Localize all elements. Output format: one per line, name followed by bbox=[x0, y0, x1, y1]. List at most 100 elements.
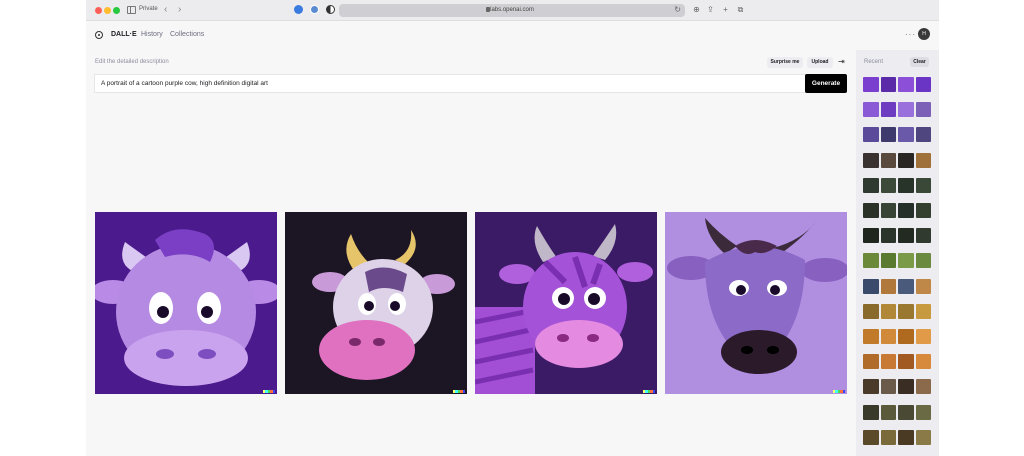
extension-icon[interactable] bbox=[294, 5, 303, 14]
prompt-input[interactable]: A portrait of a cartoon purple cow, high… bbox=[94, 74, 845, 93]
recent-row[interactable] bbox=[863, 203, 931, 218]
surprise-me-button[interactable]: Surprise me bbox=[767, 57, 803, 68]
recent-thumbnail[interactable] bbox=[863, 379, 879, 395]
recent-thumbnail[interactable] bbox=[898, 203, 914, 218]
recent-thumbnail[interactable] bbox=[880, 253, 896, 269]
address-bar[interactable]: labs.openai.com ↻ bbox=[339, 4, 685, 17]
recent-row[interactable] bbox=[863, 127, 931, 143]
recent-thumbnail[interactable] bbox=[863, 354, 879, 370]
recent-row[interactable] bbox=[863, 354, 931, 370]
generated-image-2[interactable] bbox=[285, 212, 467, 394]
recent-thumbnail[interactable] bbox=[915, 329, 931, 344]
recent-thumbnail[interactable] bbox=[880, 404, 896, 420]
recent-thumbnail[interactable] bbox=[880, 278, 896, 294]
openai-logo-icon[interactable] bbox=[95, 31, 103, 39]
recent-thumbnail[interactable] bbox=[898, 404, 914, 420]
recent-thumbnail[interactable] bbox=[898, 152, 914, 168]
generated-image-4[interactable] bbox=[665, 212, 847, 394]
recent-thumbnail[interactable] bbox=[898, 102, 914, 118]
recent-thumbnail[interactable] bbox=[863, 303, 879, 319]
recent-thumbnail[interactable] bbox=[915, 379, 931, 395]
recent-thumbnail[interactable] bbox=[880, 429, 896, 445]
shield-extension-icon[interactable] bbox=[310, 5, 319, 14]
recent-thumbnail[interactable] bbox=[898, 354, 914, 370]
recent-thumbnail[interactable] bbox=[863, 177, 879, 193]
nav-history-link[interactable]: History bbox=[141, 31, 163, 38]
recent-thumbnail[interactable] bbox=[863, 404, 879, 420]
recent-thumbnail[interactable] bbox=[898, 253, 914, 269]
recent-row[interactable] bbox=[863, 152, 931, 168]
download-icon[interactable]: ⊕ bbox=[692, 5, 701, 14]
recent-thumbnail[interactable] bbox=[915, 253, 931, 269]
recent-thumbnail[interactable] bbox=[898, 329, 914, 344]
recent-thumbnail[interactable] bbox=[880, 177, 896, 193]
back-arrow-icon[interactable]: ‹ bbox=[164, 4, 167, 15]
reload-icon[interactable]: ↻ bbox=[674, 5, 681, 14]
recent-row[interactable] bbox=[863, 329, 931, 344]
recent-thumbnail[interactable] bbox=[863, 429, 879, 445]
recent-thumbnail[interactable] bbox=[863, 77, 879, 92]
recent-row[interactable] bbox=[863, 404, 931, 420]
recent-thumbnail[interactable] bbox=[880, 228, 896, 244]
recent-thumbnail[interactable] bbox=[863, 329, 879, 344]
tab-overview-icon[interactable]: ⧉ bbox=[736, 5, 745, 14]
recent-thumbnail[interactable] bbox=[880, 379, 896, 395]
recent-thumbnail[interactable] bbox=[915, 303, 931, 319]
share-icon[interactable]: ⇪ bbox=[706, 5, 715, 14]
clear-button[interactable]: Clear bbox=[910, 57, 929, 67]
recent-thumbnail[interactable] bbox=[863, 102, 879, 118]
nav-collections-link[interactable]: Collections bbox=[170, 31, 204, 38]
recent-thumbnail[interactable] bbox=[915, 102, 931, 118]
recent-thumbnail[interactable] bbox=[915, 177, 931, 193]
recent-row[interactable] bbox=[863, 379, 931, 395]
recent-row[interactable] bbox=[863, 177, 931, 193]
recent-thumbnail[interactable] bbox=[898, 303, 914, 319]
forward-arrow-icon[interactable]: › bbox=[178, 4, 181, 15]
recent-row[interactable] bbox=[863, 253, 931, 269]
recent-thumbnail[interactable] bbox=[898, 127, 914, 143]
recent-thumbnail[interactable] bbox=[863, 203, 879, 218]
recent-thumbnail[interactable] bbox=[863, 228, 879, 244]
recent-thumbnail[interactable] bbox=[915, 429, 931, 445]
close-window-button[interactable] bbox=[95, 7, 102, 14]
recent-thumbnail[interactable] bbox=[898, 77, 914, 92]
recent-thumbnail[interactable] bbox=[915, 278, 931, 294]
sidebar-toggle-icon[interactable] bbox=[127, 6, 136, 14]
upload-button[interactable]: Upload bbox=[807, 57, 833, 68]
recent-row[interactable] bbox=[863, 77, 931, 92]
recent-row[interactable] bbox=[863, 102, 931, 118]
recent-thumbnail[interactable] bbox=[915, 203, 931, 218]
recent-thumbnail[interactable] bbox=[863, 152, 879, 168]
recent-thumbnail[interactable] bbox=[898, 228, 914, 244]
minimize-window-button[interactable] bbox=[104, 7, 111, 14]
recent-row[interactable] bbox=[863, 303, 931, 319]
recent-thumbnail[interactable] bbox=[863, 253, 879, 269]
generate-button[interactable]: Generate bbox=[805, 74, 847, 93]
more-options-icon[interactable]: ··· bbox=[905, 30, 916, 39]
recent-thumbnail[interactable] bbox=[880, 152, 896, 168]
recent-thumbnail[interactable] bbox=[898, 379, 914, 395]
recent-thumbnail[interactable] bbox=[863, 127, 879, 143]
zoom-window-button[interactable] bbox=[113, 7, 120, 14]
generated-image-1[interactable] bbox=[95, 212, 277, 394]
recent-thumbnail[interactable] bbox=[880, 127, 896, 143]
recent-thumbnail[interactable] bbox=[898, 429, 914, 445]
avatar[interactable]: H bbox=[918, 28, 930, 40]
brand-title[interactable]: DALL·E bbox=[111, 31, 137, 38]
recent-row[interactable] bbox=[863, 278, 931, 294]
recent-thumbnail[interactable] bbox=[915, 77, 931, 92]
new-tab-icon[interactable]: + bbox=[721, 5, 730, 14]
recent-thumbnail[interactable] bbox=[915, 228, 931, 244]
collapse-panel-icon[interactable]: ⇥ bbox=[838, 57, 845, 66]
recent-thumbnail[interactable] bbox=[880, 102, 896, 118]
recent-thumbnail[interactable] bbox=[898, 177, 914, 193]
recent-thumbnail[interactable] bbox=[880, 203, 896, 218]
recent-thumbnail[interactable] bbox=[863, 278, 879, 294]
recent-row[interactable] bbox=[863, 228, 931, 244]
recent-row[interactable] bbox=[863, 429, 931, 445]
recent-thumbnail[interactable] bbox=[898, 278, 914, 294]
generated-image-3[interactable] bbox=[475, 212, 657, 394]
recent-thumbnail[interactable] bbox=[915, 404, 931, 420]
recent-thumbnail[interactable] bbox=[880, 329, 896, 344]
recent-thumbnail[interactable] bbox=[915, 152, 931, 168]
